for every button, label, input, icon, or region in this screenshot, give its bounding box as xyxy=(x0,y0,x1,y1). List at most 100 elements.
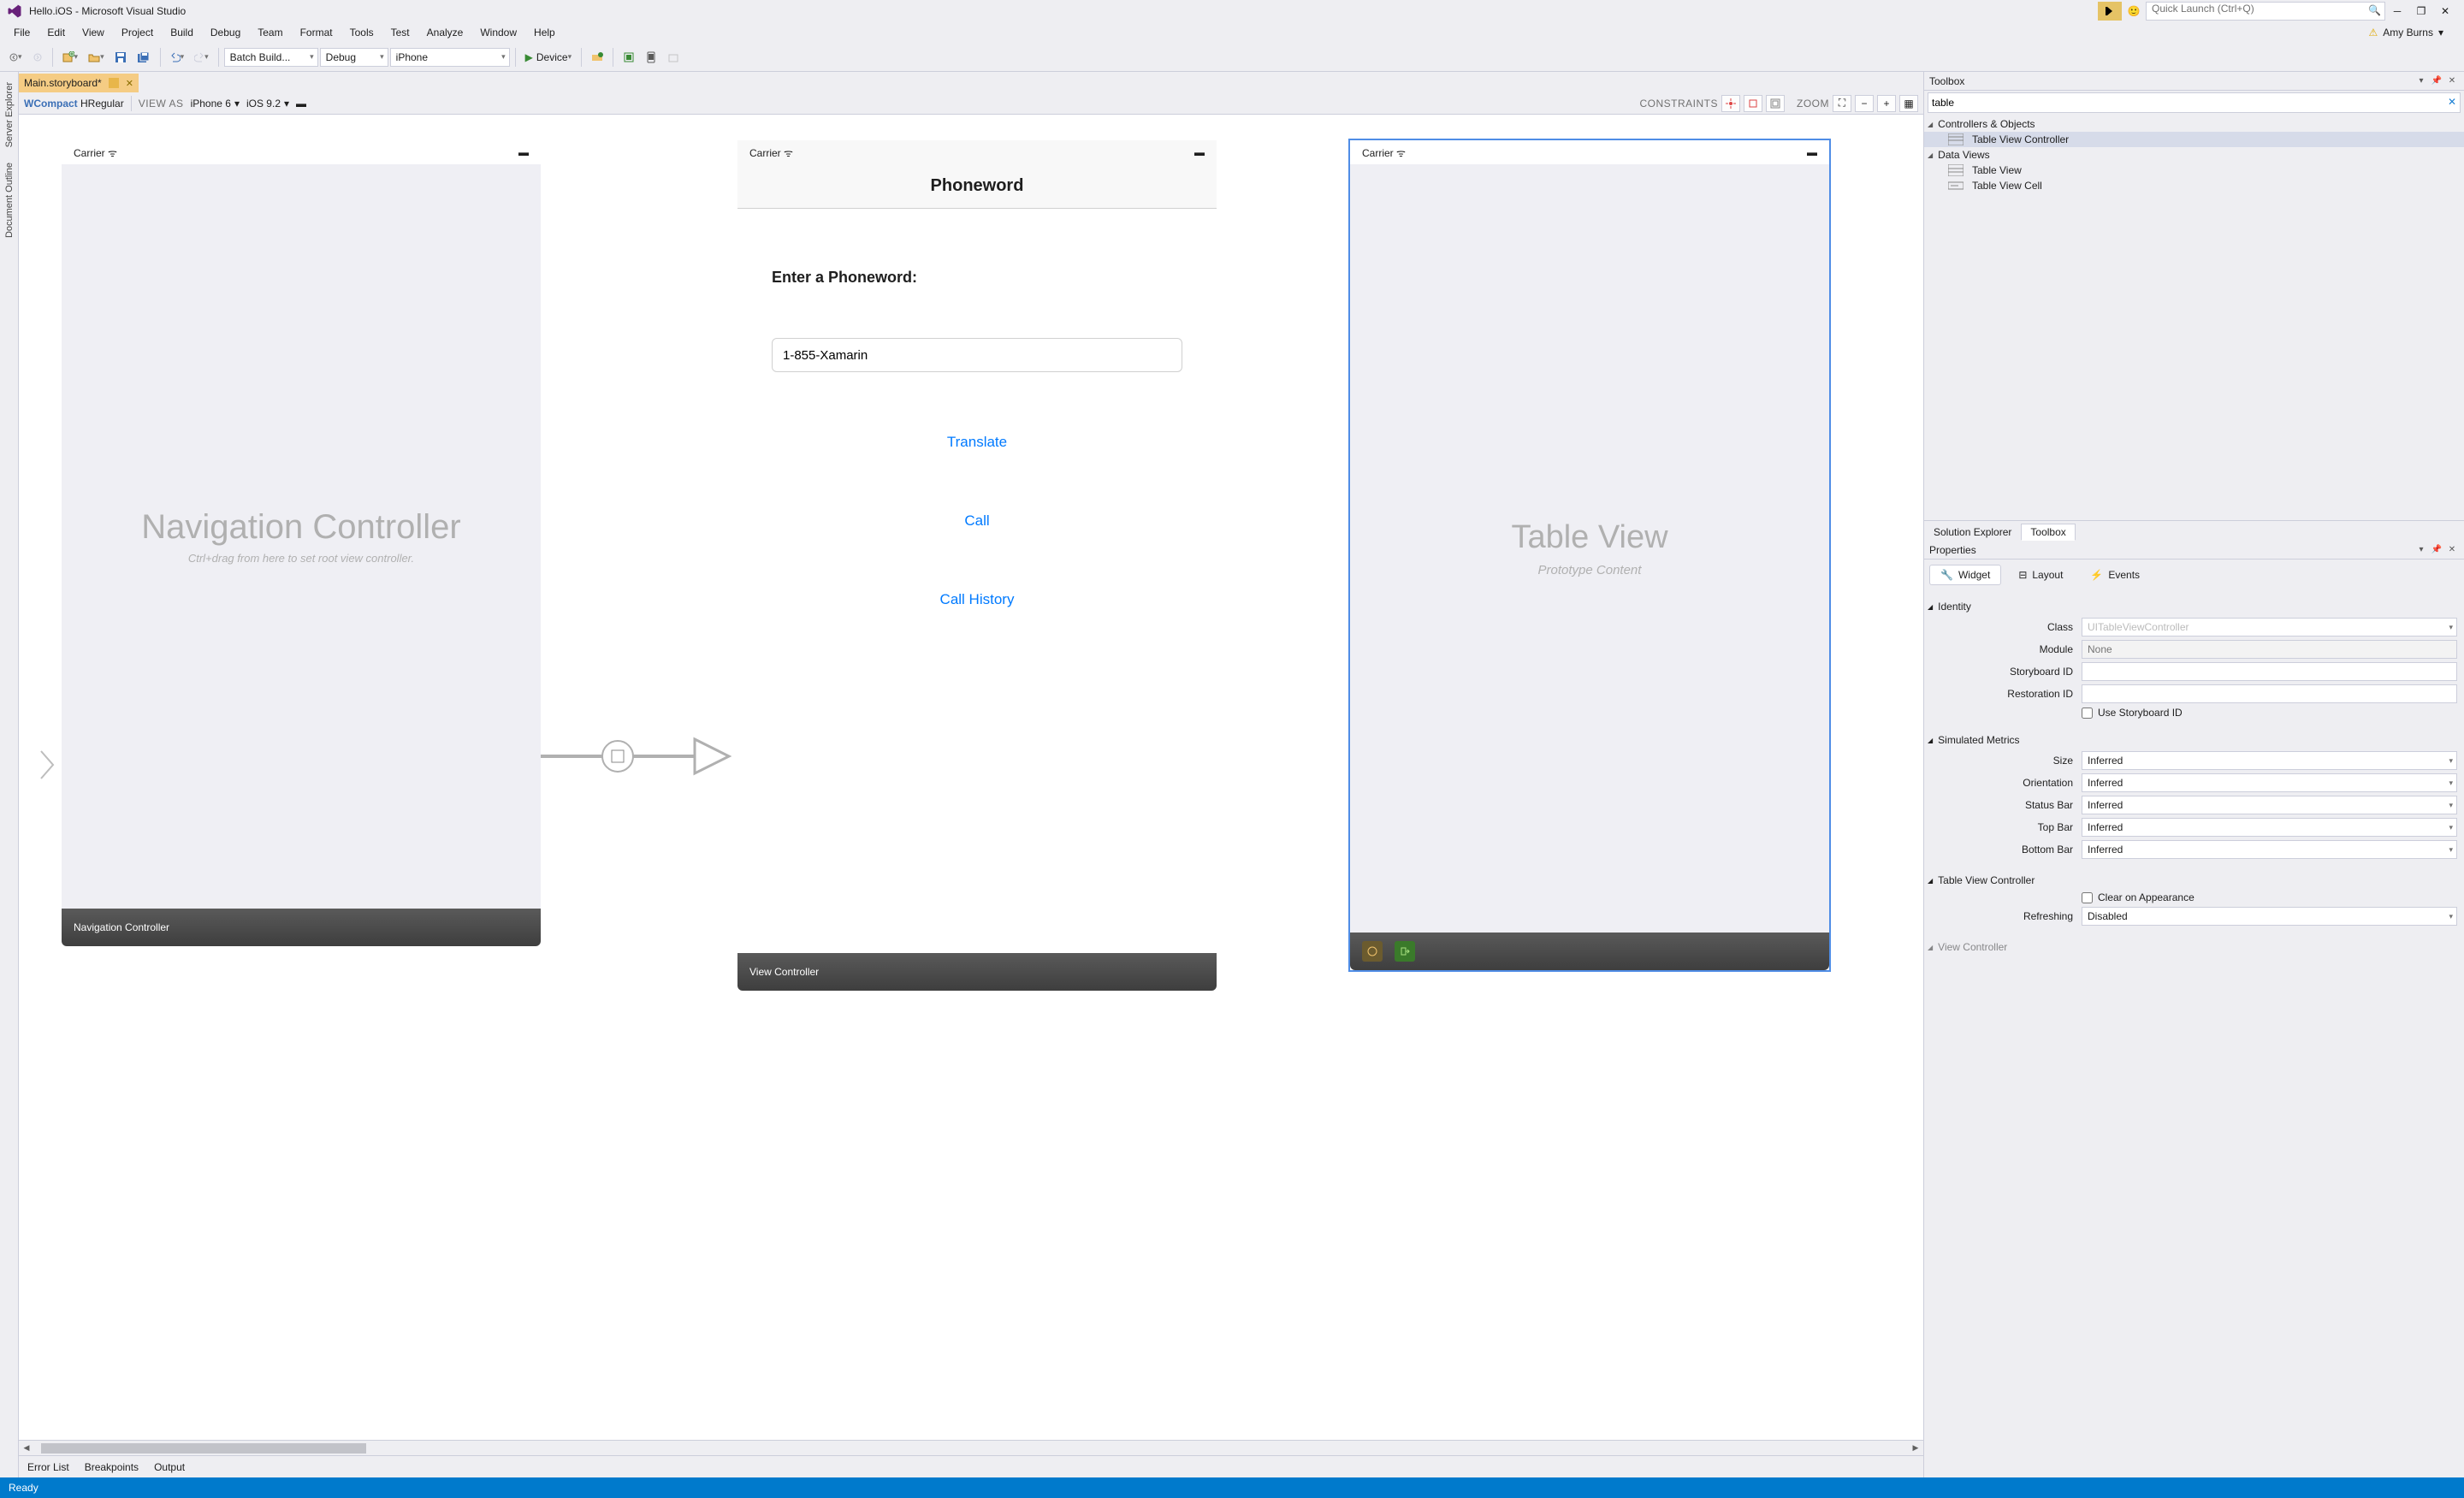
zoom-fit-icon[interactable]: ⛶ xyxy=(1833,95,1851,112)
zoom-out-icon[interactable]: − xyxy=(1855,95,1874,112)
document-outline-tab[interactable]: Document Outline xyxy=(3,157,16,243)
view-controller-scene[interactable]: Carrier ᯤ ▬ Phoneword Enter a Phoneword:… xyxy=(737,140,1217,991)
size-class-h[interactable]: HRegular xyxy=(78,98,124,110)
class-combo[interactable]: UITableViewController xyxy=(2082,618,2457,637)
user-menu[interactable]: ⚠ Amy Burns ▾ xyxy=(2369,27,2459,38)
properties-tab-widget[interactable]: 🔧Widget xyxy=(1929,565,2001,585)
error-list-tab[interactable]: Error List xyxy=(27,1461,69,1473)
translate-button[interactable]: Translate xyxy=(772,434,1182,451)
platform-combo[interactable]: iPhone xyxy=(390,48,510,67)
menu-help[interactable]: Help xyxy=(525,25,564,40)
storyboard-canvas[interactable]: Carrier ᯤ ▬ Navigation Controller Ctrl+d… xyxy=(19,115,1923,1440)
menu-debug[interactable]: Debug xyxy=(202,25,249,40)
menu-edit[interactable]: Edit xyxy=(38,25,74,40)
constraint-resolve-icon[interactable] xyxy=(1766,95,1785,112)
toolbox-search[interactable]: ✕ xyxy=(1928,92,2461,113)
menu-window[interactable]: Window xyxy=(471,25,525,40)
close-tab-icon[interactable]: ✕ xyxy=(126,78,133,89)
toolbox-cat-data-views[interactable]: Data Views xyxy=(1924,147,2464,163)
size-class-w[interactable]: WCompact xyxy=(24,98,78,110)
output-tab[interactable]: Output xyxy=(154,1461,185,1473)
close-panel-icon[interactable]: ✕ xyxy=(2445,74,2459,88)
nav-bar-title[interactable]: Phoneword xyxy=(737,164,1217,209)
panel-menu-icon[interactable]: ▾ xyxy=(2414,74,2428,88)
clear-on-appearance-checkbox[interactable] xyxy=(2082,892,2093,903)
save-button[interactable] xyxy=(110,48,131,67)
toolbox-tab[interactable]: Toolbox xyxy=(2021,524,2075,541)
menu-team[interactable]: Team xyxy=(249,25,291,40)
menu-build[interactable]: Build xyxy=(162,25,202,40)
forward-nav-button[interactable] xyxy=(28,48,47,67)
device-selector[interactable]: iPhone 6 ▾ xyxy=(191,98,240,110)
scene-label-nav[interactable]: Navigation Controller xyxy=(62,909,541,946)
orientation-toggle[interactable]: ▬ xyxy=(296,98,306,110)
ios-version-selector[interactable]: iOS 9.2 ▾ xyxy=(246,98,289,110)
menu-test[interactable]: Test xyxy=(382,25,418,40)
close-button[interactable]: ✕ xyxy=(2433,2,2457,21)
identity-section-header[interactable]: Identity xyxy=(1928,599,2457,614)
pin-icon[interactable] xyxy=(109,78,119,88)
back-nav-button[interactable] xyxy=(5,48,27,67)
minimize-button[interactable]: ─ xyxy=(2385,2,2409,21)
orientation-combo[interactable]: Inferred xyxy=(2082,773,2457,792)
panel-menu-icon[interactable]: ▾ xyxy=(2414,543,2428,557)
top-bar-combo[interactable]: Inferred xyxy=(2082,818,2457,837)
canvas-h-scrollbar[interactable]: ◀ ▶ xyxy=(19,1440,1923,1455)
restore-button[interactable]: ❐ xyxy=(2409,2,2433,21)
view-controller-section-header[interactable]: View Controller xyxy=(1928,939,2457,955)
menu-analyze[interactable]: Analyze xyxy=(418,25,472,40)
document-tab-main-storyboard[interactable]: Main.storyboard* ✕ xyxy=(19,74,139,92)
server-explorer-tab[interactable]: Server Explorer xyxy=(3,77,16,152)
navigation-controller-scene[interactable]: Carrier ᯤ ▬ Navigation Controller Ctrl+d… xyxy=(62,140,541,946)
bottom-bar-combo[interactable]: Inferred xyxy=(2082,840,2457,859)
scene-label-view[interactable]: View Controller xyxy=(737,953,1217,991)
start-debug-button[interactable]: ▶ Device xyxy=(521,48,576,67)
toolbox-item-table-view-controller[interactable]: Table View Controller xyxy=(1924,132,2464,147)
send-smile-button[interactable]: 🙂 xyxy=(2122,2,2146,21)
use-storyboard-id-checkbox[interactable] xyxy=(2082,708,2093,719)
refreshing-combo[interactable]: Disabled xyxy=(2082,907,2457,926)
status-bar-combo[interactable]: Inferred xyxy=(2082,796,2457,814)
initial-vc-arrow[interactable] xyxy=(38,748,58,785)
menu-view[interactable]: View xyxy=(74,25,113,40)
menu-file[interactable]: File xyxy=(5,25,38,40)
scene-dock[interactable] xyxy=(1350,933,1829,970)
batch-build-combo[interactable]: Batch Build... xyxy=(224,48,318,67)
constraint-frame-icon[interactable] xyxy=(1721,95,1740,112)
phoneword-input[interactable] xyxy=(772,338,1182,372)
zoom-in-icon[interactable]: + xyxy=(1877,95,1896,112)
close-panel-icon[interactable]: ✕ xyxy=(2445,543,2459,557)
storyboard-id-input[interactable] xyxy=(2082,662,2457,681)
solution-explorer-tab[interactable]: Solution Explorer xyxy=(1924,524,2021,541)
toolbox-item-table-view[interactable]: Table View xyxy=(1924,163,2464,178)
open-file-button[interactable] xyxy=(84,48,109,67)
simulated-metrics-section-header[interactable]: Simulated Metrics xyxy=(1928,732,2457,748)
root-segue[interactable] xyxy=(541,731,737,785)
mac-agent-button[interactable] xyxy=(587,48,607,67)
toolbox-item-table-view-cell[interactable]: Table View Cell xyxy=(1924,178,2464,193)
size-combo[interactable]: Inferred xyxy=(2082,751,2457,770)
restoration-id-input[interactable] xyxy=(2082,684,2457,703)
call-history-button[interactable]: Call History xyxy=(772,591,1182,608)
quick-launch-input[interactable]: Quick Launch (Ctrl+Q) 🔍 xyxy=(2146,2,2385,21)
properties-tab-layout[interactable]: ⊟Layout xyxy=(2008,565,2073,584)
exit-icon[interactable] xyxy=(1395,941,1415,962)
zoom-actual-icon[interactable]: ▦ xyxy=(1899,95,1918,112)
device-log-button[interactable] xyxy=(619,48,639,67)
undo-button[interactable] xyxy=(166,48,189,67)
breakpoints-tab[interactable]: Breakpoints xyxy=(85,1461,139,1473)
menu-format[interactable]: Format xyxy=(292,25,341,40)
toolbox-search-input[interactable] xyxy=(1932,93,2443,112)
table-view-controller-scene[interactable]: Carrier ᯤ ▬ Table View Prototype Content xyxy=(1350,140,1829,970)
clear-search-icon[interactable]: ✕ xyxy=(2448,96,2456,108)
redo-button[interactable] xyxy=(190,48,213,67)
properties-panel-header[interactable]: Properties ▾📌✕ xyxy=(1924,541,2464,560)
call-button[interactable]: Call xyxy=(772,512,1182,530)
tvc-section-header[interactable]: Table View Controller xyxy=(1928,873,2457,888)
menu-project[interactable]: Project xyxy=(113,25,162,40)
archive-button[interactable] xyxy=(663,48,684,67)
feedback-flag-button[interactable] xyxy=(2098,2,2122,21)
pin-icon[interactable]: 📌 xyxy=(2430,543,2443,557)
constraint-update-icon[interactable] xyxy=(1744,95,1762,112)
first-responder-icon[interactable] xyxy=(1362,941,1383,962)
